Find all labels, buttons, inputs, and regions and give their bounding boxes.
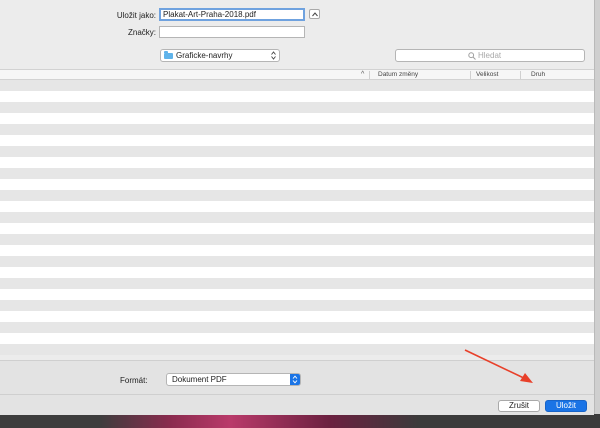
- annotation-arrow-icon: [464, 349, 533, 383]
